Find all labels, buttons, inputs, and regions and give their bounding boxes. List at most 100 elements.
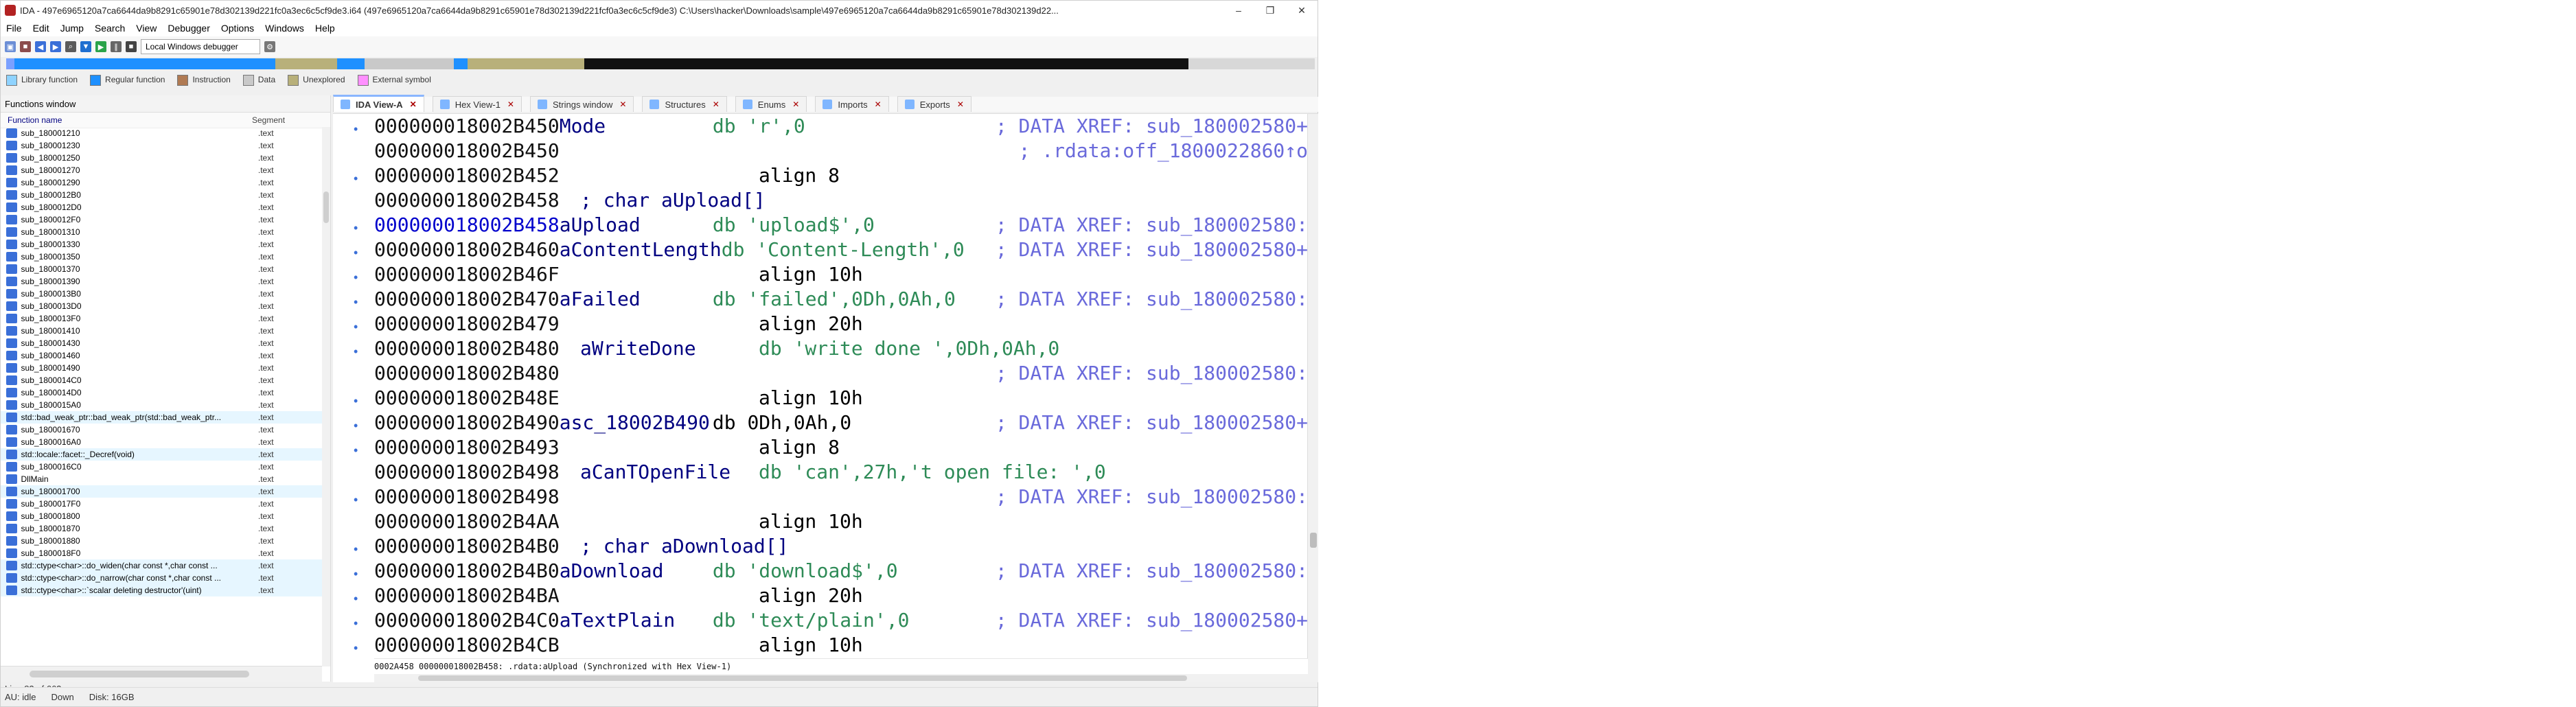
tab-hex-view-1[interactable]: Hex View-1 ✕ bbox=[432, 96, 522, 112]
function-row[interactable]: std::ctype<char>::do_widen(char const *,… bbox=[1, 559, 322, 572]
function-row[interactable]: sub_1800016C0 .text bbox=[1, 461, 322, 473]
maximize-button[interactable]: ❐ bbox=[1254, 1, 1286, 20]
tab-exports[interactable]: Exports ✕ bbox=[897, 96, 971, 112]
tab-imports[interactable]: Imports ✕ bbox=[815, 96, 889, 112]
functions-vscroll[interactable] bbox=[322, 127, 330, 667]
menu-edit[interactable]: Edit bbox=[27, 23, 55, 34]
listing-line[interactable]: 000000018002B46F align 10h bbox=[374, 262, 1308, 287]
function-row[interactable]: sub_180001390 .text bbox=[1, 275, 322, 288]
col-segment[interactable]: Segment bbox=[252, 115, 318, 125]
function-row[interactable]: sub_180001210 .text bbox=[1, 127, 322, 139]
settings-icon[interactable]: ⚙ bbox=[264, 41, 275, 52]
function-row[interactable]: sub_1800012F0 .text bbox=[1, 213, 322, 226]
function-row[interactable]: sub_1800018F0 .text bbox=[1, 547, 322, 559]
listing-line[interactable]: 000000018002B480 aWriteDone db 'write done… bbox=[374, 336, 1308, 361]
tab-ida-view-a[interactable]: IDA View-A ✕ bbox=[333, 95, 424, 112]
listing-line[interactable]: 000000018002B4CB align 10h bbox=[374, 633, 1308, 658]
listing-line[interactable]: 000000018002B493 align 8 bbox=[374, 435, 1308, 460]
search-icon[interactable]: ⌕ bbox=[65, 41, 76, 52]
function-row[interactable]: std::ctype<char>::`scalar deleting destr… bbox=[1, 584, 322, 596]
function-row[interactable]: sub_180001880 .text bbox=[1, 535, 322, 547]
close-tab-icon[interactable]: ✕ bbox=[792, 100, 799, 109]
close-tab-icon[interactable]: ✕ bbox=[619, 100, 626, 109]
back-icon[interactable]: ◀ bbox=[35, 41, 46, 52]
function-row[interactable]: sub_1800017F0 .text bbox=[1, 498, 322, 510]
functions-hscroll-thumb[interactable] bbox=[30, 671, 249, 677]
listing-line[interactable]: 000000018002B452 align 8 bbox=[374, 163, 1308, 188]
function-row[interactable]: sub_1800015A0 .text bbox=[1, 399, 322, 411]
listing-line[interactable]: 000000018002B4B0 aDownload db 'download$',… bbox=[374, 559, 1308, 583]
function-row[interactable]: sub_1800013F0 .text bbox=[1, 312, 322, 325]
code-hscroll-thumb[interactable] bbox=[418, 675, 1187, 681]
listing-line[interactable]: 000000018002B480 ; DATA XREF: sub_1800025… bbox=[374, 361, 1308, 386]
function-row[interactable]: sub_180001410 .text bbox=[1, 325, 322, 337]
function-row[interactable]: sub_180001250 .text bbox=[1, 152, 322, 164]
menu-debugger[interactable]: Debugger bbox=[162, 23, 216, 34]
code-vscroll[interactable] bbox=[1307, 114, 1319, 682]
listing-line[interactable]: 000000018002B498 aCanTOpenFile db 'can',27… bbox=[374, 460, 1308, 485]
function-row[interactable]: sub_180001330 .text bbox=[1, 238, 322, 251]
function-row[interactable]: sub_180001460 .text bbox=[1, 349, 322, 362]
menu-file[interactable]: File bbox=[1, 23, 27, 34]
close-tab-icon[interactable]: ✕ bbox=[957, 100, 964, 109]
listing-line[interactable]: 000000018002B490 asc_18002B490 db 0Dh,0Ah,… bbox=[374, 410, 1308, 435]
function-row[interactable]: sub_180001870 .text bbox=[1, 522, 322, 535]
listing-line[interactable]: 000000018002B4BA align 20h bbox=[374, 583, 1308, 608]
close-button[interactable]: ✕ bbox=[1286, 1, 1318, 20]
menu-jump[interactable]: Jump bbox=[55, 23, 89, 34]
debugger-select[interactable]: Local Windows debugger bbox=[141, 39, 260, 54]
function-row[interactable]: sub_180001310 .text bbox=[1, 226, 322, 238]
forward-icon[interactable]: ▶ bbox=[50, 41, 61, 52]
function-row[interactable]: sub_180001290 .text bbox=[1, 176, 322, 189]
code-hscroll[interactable] bbox=[374, 674, 1308, 682]
function-row[interactable]: std::bad_weak_ptr::bad_weak_ptr(std::bad… bbox=[1, 411, 322, 424]
minimize-button[interactable]: – bbox=[1223, 1, 1254, 20]
function-row[interactable]: sub_180001430 .text bbox=[1, 337, 322, 349]
close-tab-icon[interactable]: ✕ bbox=[713, 100, 720, 109]
menu-help[interactable]: Help bbox=[310, 23, 341, 34]
open-icon[interactable]: ▣ bbox=[5, 41, 16, 52]
stop-icon[interactable]: ■ bbox=[126, 41, 137, 52]
function-row[interactable]: sub_1800014D0 .text bbox=[1, 386, 322, 399]
listing-line[interactable]: 000000018002B4B0 ; char aDownload[] bbox=[374, 534, 1308, 559]
listing-line[interactable]: 000000018002B470 aFailed db 'failed',0Dh,0… bbox=[374, 287, 1308, 312]
close-tab-icon[interactable]: ✕ bbox=[507, 100, 514, 109]
function-row[interactable]: std::ctype<char>::do_narrow(char const *… bbox=[1, 572, 322, 584]
tab-structures[interactable]: Structures ✕ bbox=[642, 96, 727, 112]
function-row[interactable]: sub_180001800 .text bbox=[1, 510, 322, 522]
function-row[interactable]: sub_1800012B0 .text bbox=[1, 189, 322, 201]
function-row[interactable]: sub_1800012D0 .text bbox=[1, 201, 322, 213]
functions-vscroll-thumb[interactable] bbox=[323, 192, 329, 223]
listing-line[interactable]: 000000018002B4AA align 10h bbox=[374, 509, 1308, 534]
function-row[interactable]: std::locale::facet::_Decref(void) .text bbox=[1, 448, 322, 461]
function-row[interactable]: sub_1800013B0 .text bbox=[1, 288, 322, 300]
tab-strings-window[interactable]: Strings window ✕ bbox=[529, 96, 634, 112]
listing-line[interactable]: 000000018002B460 aContentLength db 'Conten… bbox=[374, 237, 1308, 262]
function-row[interactable]: sub_180001490 .text bbox=[1, 362, 322, 374]
close-tab-icon[interactable]: ✕ bbox=[875, 100, 882, 109]
function-row[interactable]: DllMain .text bbox=[1, 473, 322, 485]
function-row[interactable]: sub_180001350 .text bbox=[1, 251, 322, 263]
code-vscroll-thumb[interactable] bbox=[1310, 533, 1317, 548]
down-icon[interactable]: ▼ bbox=[80, 41, 91, 52]
save-icon[interactable]: ■ bbox=[20, 41, 31, 52]
function-row[interactable]: sub_1800014C0 .text bbox=[1, 374, 322, 386]
function-row[interactable]: sub_180001270 .text bbox=[1, 164, 322, 176]
listing-line[interactable]: 000000018002B450 Mode db 'r',0 ; DATA XREF:… bbox=[374, 114, 1308, 139]
function-row[interactable]: sub_180001700 .text bbox=[1, 485, 322, 498]
close-tab-icon[interactable]: ✕ bbox=[410, 100, 417, 109]
tab-enums[interactable]: Enums ✕ bbox=[735, 96, 807, 112]
listing-line[interactable]: 000000018002B458 ; char aUpload[] bbox=[374, 188, 1308, 213]
function-row[interactable]: sub_180001670 .text bbox=[1, 424, 322, 436]
navigation-band[interactable] bbox=[6, 58, 1315, 69]
listing-line[interactable]: 000000018002B48E align 10h bbox=[374, 386, 1308, 410]
functions-hscroll[interactable] bbox=[1, 666, 322, 682]
menu-options[interactable]: Options bbox=[216, 23, 260, 34]
listing-line[interactable]: 000000018002B479 align 20h bbox=[374, 312, 1308, 336]
listing-line[interactable]: 000000018002B4C0 aTextPlain db 'text/plain… bbox=[374, 608, 1308, 633]
function-row[interactable]: sub_1800013D0 .text bbox=[1, 300, 322, 312]
listing-line[interactable]: 000000018002B450 ; .rdata:off_1800022860↑… bbox=[374, 139, 1308, 163]
start-debugger-icon[interactable]: ▶ bbox=[95, 41, 106, 52]
function-row[interactable]: sub_180001230 .text bbox=[1, 139, 322, 152]
function-row[interactable]: sub_1800016A0 .text bbox=[1, 436, 322, 448]
